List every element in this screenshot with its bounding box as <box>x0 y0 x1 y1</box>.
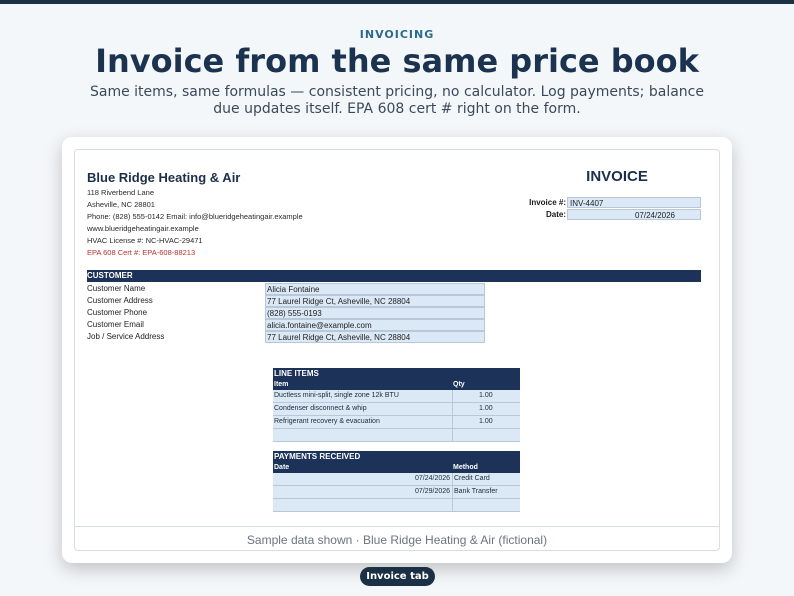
line-items-table: LINE ITEMS Item Qty Ductless mini-split,… <box>273 368 520 442</box>
customer-field-label: Customer Email <box>87 320 144 329</box>
company-website: www.blueridgeheatingair.example <box>87 224 199 233</box>
screenshot-card: Blue Ridge Heating & Air 118 Riverbend L… <box>62 137 732 563</box>
table-row[interactable]: Refrigerant recovery & evacuation 1.00 <box>273 416 520 429</box>
line-item-qty: 1.00 <box>479 418 493 425</box>
table-row[interactable]: 07/24/2026 Credit Card <box>273 473 520 486</box>
column-header-method: Method <box>453 464 478 471</box>
sample-data-caption: Sample data shown · Blue Ridge Heating &… <box>246 533 548 547</box>
table-row[interactable]: Condenser disconnect & whip 1.00 <box>273 403 520 416</box>
line-item-qty: 1.00 <box>479 405 493 412</box>
customer-field-label: Job / Service Address <box>87 332 165 341</box>
invoice-title: INVOICE <box>586 168 648 185</box>
invoice-date-label: Date: <box>545 210 566 219</box>
line-items-column-headers: Item Qty <box>273 380 520 390</box>
customer-address-field[interactable]: 77 Laurel Ridge Ct, Asheville, NC 28804 <box>265 295 485 307</box>
payments-header: PAYMENTS RECEIVED <box>273 451 520 463</box>
customer-field-label: Customer Phone <box>87 308 148 317</box>
cell-divider <box>452 390 453 402</box>
payment-date: 07/24/2026 <box>415 475 451 482</box>
line-item-name: Ductless mini-split, single zone 12k BTU <box>274 392 399 399</box>
company-address-line1: 118 Riverbend Lane <box>87 188 154 197</box>
page-subhead: Same items, same formulas — consistent p… <box>90 84 704 117</box>
customer-row: Customer Name Alicia Fontaine <box>87 283 485 295</box>
cell-divider <box>452 416 453 428</box>
customer-phone-field[interactable]: (828) 555-0193 <box>265 307 485 319</box>
line-item-name: Condenser disconnect & whip <box>274 405 367 412</box>
cell-divider <box>452 429 453 441</box>
page-headline: Invoice from the same price book <box>95 42 699 80</box>
job-address-field[interactable]: 77 Laurel Ridge Ct, Asheville, NC 28804 <box>265 331 485 343</box>
footer-divider <box>75 526 719 527</box>
company-epa-cert: EPA 608 Cert #: EPA-608-88213 <box>87 248 196 257</box>
invoice-sheet: Blue Ridge Heating & Air 118 Riverbend L… <box>74 149 720 551</box>
payment-method: Bank Transfer <box>454 488 498 495</box>
customer-field-label: Customer Name <box>87 284 146 293</box>
customer-field-label: Customer Address <box>87 296 153 305</box>
customer-row: Customer Email alicia.fontaine@example.c… <box>87 319 485 331</box>
table-row[interactable] <box>273 429 520 442</box>
customer-row: Customer Phone (828) 555-0193 <box>87 307 485 319</box>
customer-email-field[interactable]: alicia.fontaine@example.com <box>265 319 485 331</box>
line-item-name: Refrigerant recovery & evacuation <box>274 418 380 425</box>
column-header-item: Item <box>274 381 289 388</box>
customer-section-header: CUSTOMER <box>87 270 701 282</box>
top-accent-bar <box>0 0 794 4</box>
payment-method: Credit Card <box>454 475 490 482</box>
cell-divider <box>452 499 453 511</box>
invoice-tab-pill[interactable]: Invoice tab <box>360 567 435 586</box>
company-phone-email: Phone: (828) 555-0142 Email: info@blueri… <box>87 212 303 221</box>
customer-row: Customer Address 77 Laurel Ridge Ct, Ash… <box>87 295 485 307</box>
invoice-number-label: Invoice #: <box>529 198 566 207</box>
customer-row: Job / Service Address 77 Laurel Ridge Ct… <box>87 331 485 343</box>
invoice-date-field[interactable]: 07/24/2026 <box>567 209 701 220</box>
customer-name-field[interactable]: Alicia Fontaine <box>265 283 485 295</box>
company-address-line2: Asheville, NC 28801 <box>87 200 155 209</box>
table-row[interactable]: 07/29/2026 Bank Transfer <box>273 486 520 499</box>
column-header-qty: Qty <box>453 381 465 388</box>
line-item-qty: 1.00 <box>479 392 493 399</box>
cell-divider <box>452 473 453 485</box>
table-row[interactable] <box>273 499 520 512</box>
company-name: Blue Ridge Heating & Air <box>87 170 241 185</box>
cell-divider <box>452 403 453 415</box>
invoice-number-field[interactable]: INV-4407 <box>567 197 701 208</box>
company-hvac-license: HVAC License #: NC-HVAC-29471 <box>87 236 203 245</box>
column-header-date: Date <box>274 464 290 471</box>
table-row[interactable]: Ductless mini-split, single zone 12k BTU… <box>273 390 520 403</box>
cell-divider <box>452 486 453 498</box>
payments-table: PAYMENTS RECEIVED Date Method 07/24/2026… <box>273 451 520 512</box>
payments-column-headers: Date Method <box>273 463 520 473</box>
line-items-header: LINE ITEMS <box>273 368 520 380</box>
payment-date: 07/29/2026 <box>415 488 451 495</box>
